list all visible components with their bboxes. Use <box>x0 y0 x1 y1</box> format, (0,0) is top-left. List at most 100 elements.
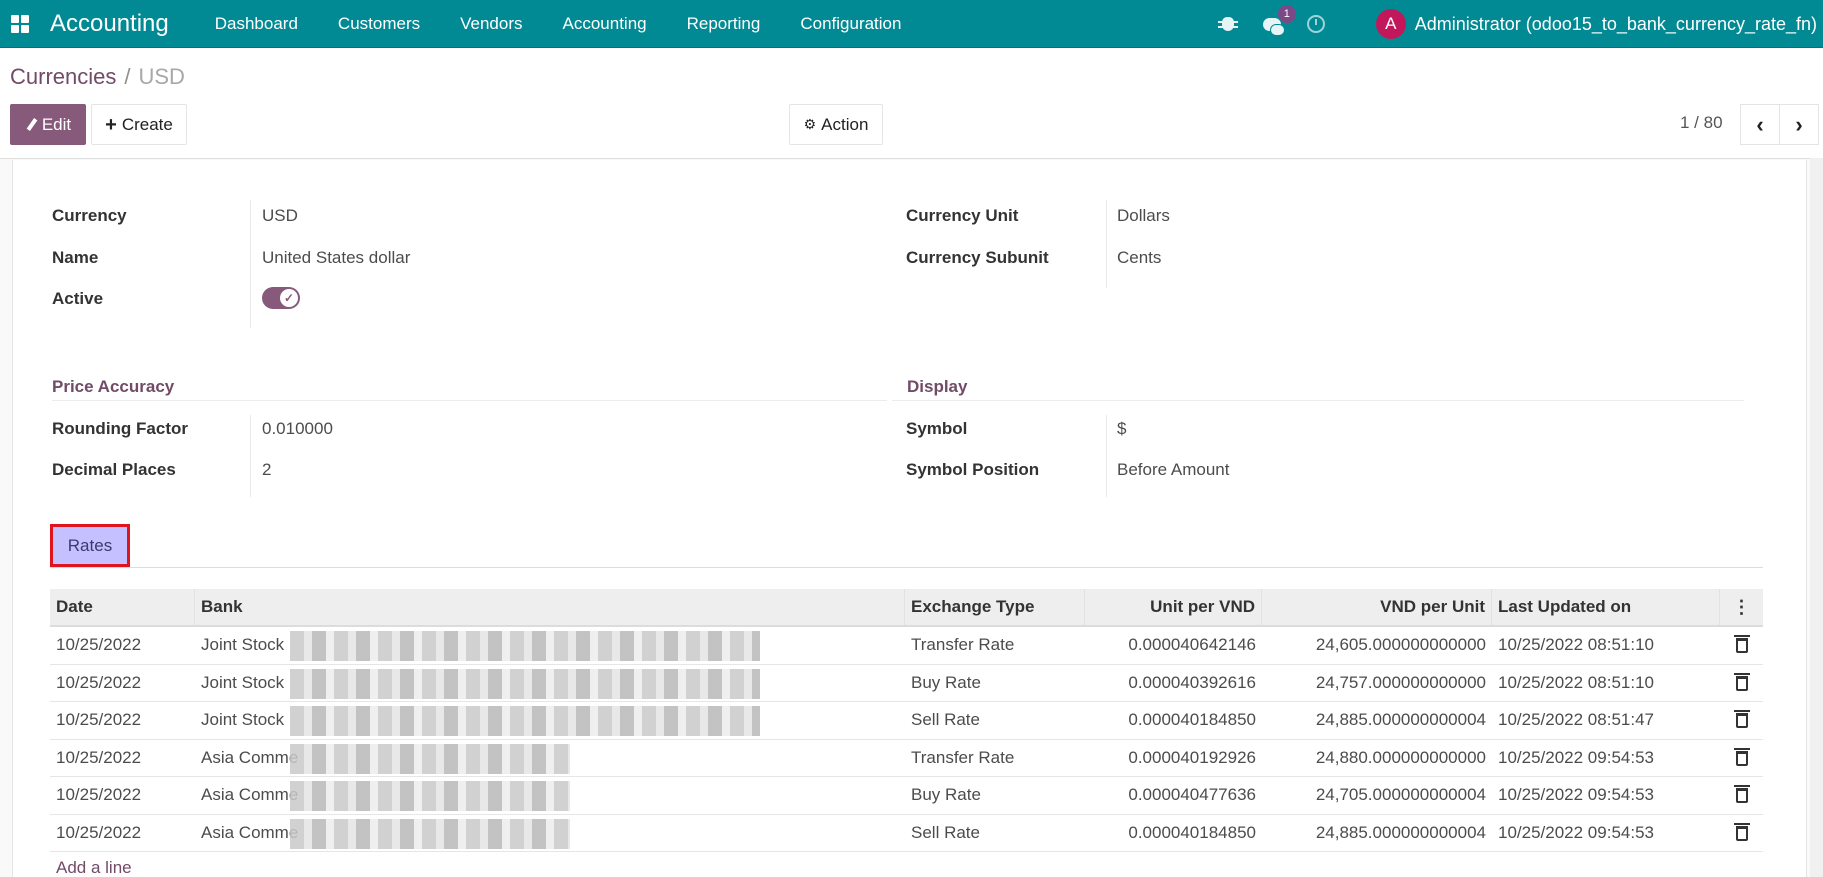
debug-button[interactable] <box>1211 0 1245 48</box>
active-toggle[interactable]: ✓ <box>262 287 300 309</box>
redacted-text <box>290 706 760 736</box>
value-rounding-factor: 0.010000 <box>262 419 333 438</box>
pager-previous-button[interactable]: ‹ <box>1740 104 1780 145</box>
redacted-text <box>290 631 760 661</box>
redacted-text <box>290 743 570 774</box>
value-symbol: $ <box>1117 419 1127 438</box>
column-header-vnd-per-unit[interactable]: VND per Unit <box>1262 589 1492 625</box>
field-divider <box>1106 415 1107 497</box>
action-button[interactable]: ⚙ Action <box>789 104 883 145</box>
menu-accounting[interactable]: Accounting <box>543 0 667 48</box>
message-count-badge: 1 <box>1277 5 1296 23</box>
cell-exchange-type: Transfer Rate <box>911 635 1015 654</box>
menu-dashboard[interactable]: Dashboard <box>195 0 318 48</box>
cell-exchange-type: Buy Rate <box>911 785 981 804</box>
trash-icon <box>1733 710 1750 729</box>
column-header-last-updated[interactable]: Last Updated on <box>1492 589 1720 625</box>
bank-name: Joint Stock <box>201 710 285 729</box>
cell-vnd-per-unit: 24,885.000000000004 <box>1315 710 1486 729</box>
column-header-exchange-type[interactable]: Exchange Type <box>905 589 1085 625</box>
table-row[interactable]: 10/25/2022 Asia Comme Transfer Rate 0.00004… <box>50 739 1763 777</box>
menu-vendors[interactable]: Vendors <box>440 0 542 48</box>
redacted-text <box>290 668 760 699</box>
cell-exchange-type: Transfer Rate <box>911 747 1015 767</box>
cell-bank: Joint Stock <box>195 665 905 702</box>
gear-icon: ⚙ <box>803 116 817 132</box>
redacted-text <box>290 781 570 811</box>
cell-bank: Joint Stock <box>195 702 905 739</box>
label-name: Name <box>52 248 99 267</box>
cell-bank: Asia Comme <box>195 815 905 852</box>
cell-date: 10/25/2022 <box>56 822 142 842</box>
delete-row-button[interactable] <box>1720 740 1763 777</box>
delete-row-button[interactable] <box>1720 627 1763 664</box>
menu-customers[interactable]: Customers <box>318 0 440 48</box>
delete-row-button[interactable] <box>1720 777 1763 814</box>
label-active: Active <box>52 289 104 308</box>
label-symbol: Symbol <box>906 419 968 438</box>
delete-row-button[interactable] <box>1720 815 1763 852</box>
cell-date: 10/25/2022 <box>56 635 142 654</box>
table-row[interactable]: 10/25/2022 Asia Comme Sell Rate 0.000040184… <box>50 814 1763 852</box>
field-divider <box>250 415 251 497</box>
tab-rates-label: Rates <box>67 535 113 555</box>
optional-columns-toggle[interactable]: ⋮ <box>1720 589 1763 625</box>
menu-configuration[interactable]: Configuration <box>780 0 921 48</box>
chevron-left-icon: ‹ <box>1756 111 1764 137</box>
scrollbar[interactable] <box>1810 158 1823 877</box>
cell-date: 10/25/2022 <box>56 747 142 767</box>
breadcrumb: Currencies / USD <box>10 64 185 90</box>
table-row[interactable]: 10/25/2022 Asia Comme Buy Rate 0.0000404776… <box>50 777 1763 815</box>
breadcrumb-separator: / <box>124 64 131 89</box>
cell-bank: Asia Comme <box>195 740 905 777</box>
group-separator <box>52 400 887 401</box>
cell-unit-per-vnd: 0.000040642146 <box>1128 635 1256 654</box>
value-currency: USD <box>262 206 298 225</box>
column-header-date[interactable]: Date <box>50 589 195 625</box>
column-header-bank[interactable]: Bank <box>195 589 905 625</box>
cell-last-updated: 10/25/2022 09:54:53 <box>1498 747 1654 767</box>
user-menu[interactable]: A Administrator (odoo15_to_bank_currency… <box>1375 9 1817 39</box>
cell-last-updated: 10/25/2022 09:54:53 <box>1498 822 1654 842</box>
cell-last-updated: 10/25/2022 08:51:10 <box>1498 635 1654 654</box>
bank-name: Asia Comme <box>201 822 299 842</box>
messaging-button[interactable]: 1 <box>1255 0 1296 48</box>
table-row[interactable]: 10/25/2022 Joint Stock Sell Rate 0.00004018… <box>50 702 1763 740</box>
cell-unit-per-vnd: 0.000040184850 <box>1128 710 1256 729</box>
label-currency-unit: Currency Unit <box>906 206 1019 225</box>
app-name[interactable]: Accounting <box>50 10 169 38</box>
cell-vnd-per-unit: 24,605.000000000000 <box>1315 635 1486 654</box>
cell-vnd-per-unit: 24,757.000000000000 <box>1315 672 1486 692</box>
cell-last-updated: 10/25/2022 09:54:53 <box>1498 785 1654 804</box>
bug-icon <box>1217 17 1238 31</box>
delete-row-button[interactable] <box>1720 665 1763 702</box>
check-icon: ✓ <box>280 289 298 307</box>
table-row[interactable]: 10/25/2022 Joint Stock Transfer Rate 0.0000… <box>50 627 1763 665</box>
cell-unit-per-vnd: 0.000040477636 <box>1128 785 1256 804</box>
trash-icon <box>1733 672 1750 691</box>
display-title: Display <box>907 377 968 396</box>
tabs-underline <box>50 567 1763 568</box>
edit-button[interactable]: Edit <box>10 104 86 145</box>
table-row[interactable]: 10/25/2022 Joint Stock Buy Rate 0.000040392… <box>50 664 1763 702</box>
column-header-unit-per-vnd[interactable]: Unit per VND <box>1085 589 1262 625</box>
breadcrumb-currencies[interactable]: Currencies <box>10 64 116 90</box>
cell-unit-per-vnd: 0.000040184850 <box>1128 822 1256 842</box>
tab-rates[interactable]: Rates <box>50 524 130 567</box>
delete-row-button[interactable] <box>1720 702 1763 739</box>
menu-reporting[interactable]: Reporting <box>667 0 781 48</box>
pager-next-button[interactable]: › <box>1779 104 1819 145</box>
bank-name: Joint Stock <box>201 635 285 654</box>
add-line-button[interactable]: Add a line <box>50 858 1763 877</box>
cell-unit-per-vnd: 0.000040192926 <box>1128 747 1256 767</box>
cell-last-updated: 10/25/2022 08:51:47 <box>1498 710 1654 729</box>
cell-vnd-per-unit: 24,705.000000000004 <box>1315 785 1486 804</box>
apps-grid-icon <box>11 14 29 33</box>
label-decimal-places: Decimal Places <box>52 460 176 479</box>
label-currency-subunit: Currency Subunit <box>906 248 1049 267</box>
trash-icon <box>1733 635 1750 654</box>
create-button[interactable]: + Create <box>91 104 187 145</box>
chevron-right-icon: › <box>1795 111 1803 137</box>
apps-menu-button[interactable] <box>0 0 40 48</box>
activities-button[interactable] <box>1299 0 1333 48</box>
